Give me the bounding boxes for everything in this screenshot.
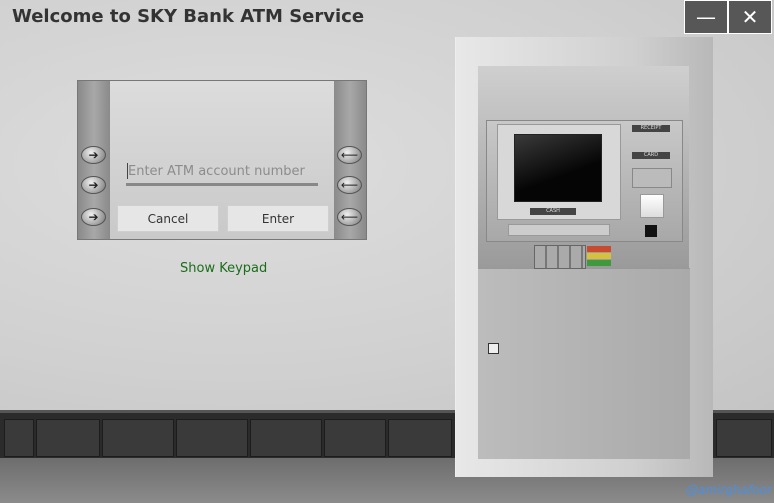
baseboard-panel: [250, 419, 322, 457]
show-keypad-link[interactable]: Show Keypad: [180, 261, 267, 276]
left-arrow-button-2[interactable]: ➔: [81, 176, 106, 194]
baseboard-panel: [176, 419, 248, 457]
atm-login-panel: ➔ ➔ ➔ Cancel Enter ⟵ ⟵ ⟵: [77, 80, 367, 240]
close-button[interactable]: ✕: [728, 0, 772, 34]
arrow-right-icon: ➔: [88, 210, 99, 224]
cash-slot-label: CASH: [530, 208, 576, 215]
baseboard-panel: [324, 419, 386, 457]
enter-key: [587, 260, 611, 266]
receipt-slot-label: RECEIPT: [632, 125, 670, 132]
clear-key: [587, 253, 611, 259]
baseboard-panel: [4, 419, 34, 457]
cancel-button[interactable]: Cancel: [117, 205, 219, 232]
close-icon: ✕: [741, 5, 759, 29]
cancel-key: [587, 246, 611, 252]
minimize-button[interactable]: —: [684, 0, 728, 34]
text-caret: [127, 163, 128, 179]
enter-button[interactable]: Enter: [227, 205, 329, 232]
atm-lower-cabinet: [478, 268, 690, 459]
left-side-buttons: ➔ ➔ ➔: [78, 81, 110, 239]
atm-window: Welcome to SKY Bank ATM Service — ✕ ➔ ➔ …: [0, 0, 774, 503]
arrow-left-icon: ⟵: [340, 148, 359, 162]
right-arrow-button-1[interactable]: ⟵: [337, 146, 362, 164]
window-title: Welcome to SKY Bank ATM Service: [12, 6, 365, 27]
arrow-left-icon: ⟵: [340, 178, 359, 192]
card-reader: [632, 168, 672, 188]
left-arrow-button-3[interactable]: ➔: [81, 208, 106, 226]
lock-icon: [488, 343, 499, 354]
arrow-right-icon: ➔: [88, 178, 99, 192]
baseboard-panel: [716, 419, 772, 457]
cash-dispenser: [508, 224, 610, 236]
baseboard-panel: [36, 419, 100, 457]
atm-keypad: [534, 245, 586, 269]
arrow-right-icon: ➔: [88, 148, 99, 162]
right-arrow-button-3[interactable]: ⟵: [337, 208, 362, 226]
right-side-buttons: ⟵ ⟵ ⟵: [334, 81, 366, 239]
left-arrow-button-1[interactable]: ➔: [81, 146, 106, 164]
baseboard-panel: [388, 419, 452, 457]
author-credit: @amirghafoor: [686, 483, 772, 497]
minimize-icon: —: [696, 5, 716, 29]
camera-lens: [645, 225, 657, 237]
baseboard-panel: [102, 419, 174, 457]
account-number-input[interactable]: [126, 159, 318, 186]
login-screen: Cancel Enter: [110, 81, 334, 239]
card-slot-label: CARD: [632, 152, 670, 159]
arrow-left-icon: ⟵: [340, 210, 359, 224]
atm-screen: [514, 134, 602, 202]
right-arrow-button-2[interactable]: ⟵: [337, 176, 362, 194]
card-slot-light: [640, 194, 664, 218]
